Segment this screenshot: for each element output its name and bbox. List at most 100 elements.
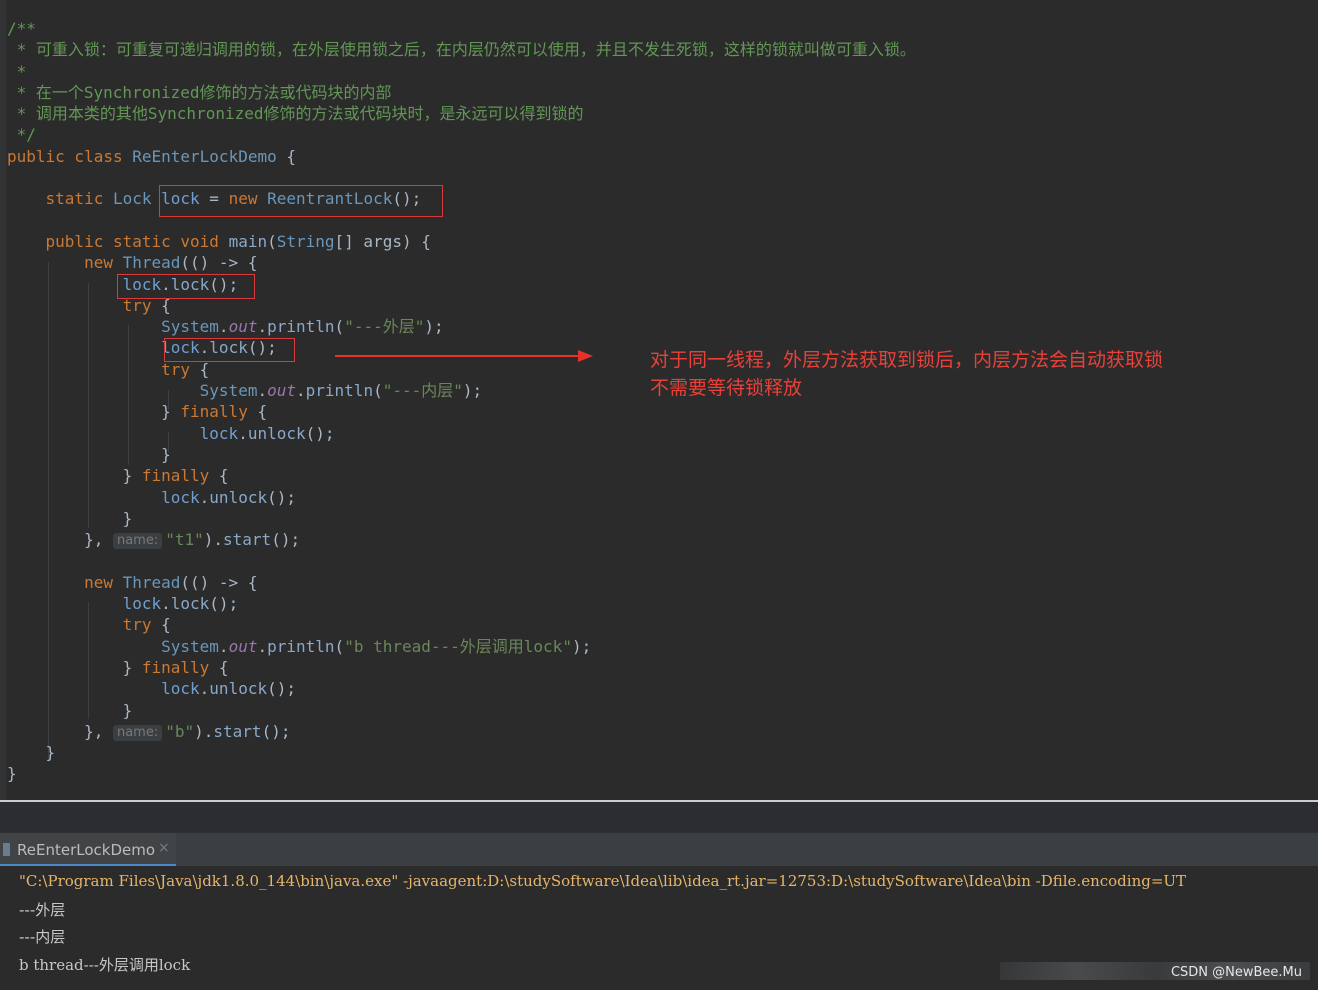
code-token: unlock xyxy=(209,679,268,699)
code-token: { xyxy=(151,615,171,635)
close-icon[interactable]: × xyxy=(158,840,170,856)
code-token: (() -> { xyxy=(180,572,258,592)
code-token: lock xyxy=(161,679,200,699)
code-token: start xyxy=(213,721,262,741)
code-token: lock xyxy=(170,594,210,614)
code-line: }, name: "b").start(); xyxy=(7,721,916,742)
code-line: } xyxy=(7,763,916,784)
code-token: } xyxy=(7,743,56,763)
code-token: . xyxy=(218,317,229,337)
code-token: finally xyxy=(141,466,210,486)
parameter-hint: name: xyxy=(112,533,163,550)
code-line: lock.lock(); xyxy=(7,593,916,614)
code-line: * 在一个Synchronized修饰的方法或代码块的内部 xyxy=(7,82,916,103)
code-token: start xyxy=(223,530,272,550)
code-token: new xyxy=(84,253,123,273)
console-command-line: "C:\Program Files\Java\jdk1.8.0_144\bin\… xyxy=(19,872,1187,890)
code-token: try xyxy=(161,359,191,379)
editor-gutter xyxy=(0,0,6,800)
code-token: System xyxy=(161,636,219,656)
watermark: CSDN @NewBee.Mu xyxy=(1170,965,1302,980)
code-line: /** xyxy=(7,18,916,39)
code-token: { xyxy=(276,146,296,166)
code-token: }, xyxy=(7,721,113,741)
code-line: * xyxy=(7,61,916,82)
code-line: } xyxy=(7,444,916,465)
code-token: finally xyxy=(141,657,210,677)
code-token: ( xyxy=(334,317,345,337)
run-tool-window-tabs: ReEnterLockDemo × xyxy=(0,832,1318,867)
code-line: } finally { xyxy=(7,657,916,678)
annotation-line-1: 对于同一线程，外层方法获取到锁后，内层方法会自动获取锁 xyxy=(650,349,1164,371)
code-token: public static void xyxy=(45,231,229,251)
code-token: * 可重入锁：可重复可递归调用的锁，在外层使用锁之后，在内层仍然可以使用，并且不… xyxy=(7,40,916,60)
code-token: . xyxy=(161,594,171,614)
code-editor[interactable]: /** * 可重入锁：可重复可递归调用的锁，在外层使用锁之后，在内层仍然可以使用… xyxy=(0,0,1318,800)
code-token: (() -> { xyxy=(180,253,258,273)
code-token: } xyxy=(7,700,133,720)
code-token: } xyxy=(7,466,142,486)
tab-reenterlockdemo[interactable]: ReEnterLockDemo × xyxy=(0,833,176,867)
code-token: (); xyxy=(305,423,335,443)
code-token: new xyxy=(84,572,123,592)
code-token: { xyxy=(209,466,229,486)
code-line: } finally { xyxy=(7,465,916,486)
code-line: * 可重入锁：可重复可递归调用的锁，在外层使用锁之后，在内层仍然可以使用，并且不… xyxy=(7,39,916,60)
code-token: . xyxy=(257,317,268,337)
code-line: lock.unlock(); xyxy=(7,487,916,508)
code-token: ReEnterLockDemo xyxy=(132,146,277,166)
code-line: new Thread(() -> { xyxy=(7,572,916,593)
code-line: lock.unlock(); xyxy=(7,423,916,444)
code-token: . xyxy=(238,423,248,443)
code-line: lock.unlock(); xyxy=(7,678,916,699)
code-token: "b thread---外层调用lock" xyxy=(344,636,572,656)
code-line: try { xyxy=(7,614,916,635)
code-token: println xyxy=(305,381,374,401)
tab-label: ReEnterLockDemo xyxy=(17,841,156,859)
console-output-line: ---外层 xyxy=(19,901,66,919)
code-token: lock xyxy=(199,423,239,443)
panel-gap xyxy=(0,802,1318,832)
highlight-outer-lock-call xyxy=(117,274,255,299)
highlight-inner-lock-call xyxy=(164,338,295,362)
code-token: lock xyxy=(122,594,162,614)
code-token: "b" xyxy=(165,721,195,741)
code-token: System xyxy=(161,317,219,337)
code-token: } xyxy=(7,508,133,528)
code-token: println xyxy=(267,636,335,656)
code-line: System.out.println("b thread---外层调用lock"… xyxy=(7,636,916,657)
code-token: "---外层" xyxy=(344,317,425,337)
code-token: { xyxy=(190,359,210,379)
code-token: }, xyxy=(7,530,113,550)
code-token: Thread xyxy=(122,572,181,592)
code-line: new Thread(() -> { xyxy=(7,252,916,273)
code-token: unlock xyxy=(209,487,268,507)
code-token: ); xyxy=(424,317,444,337)
code-token: println xyxy=(267,317,335,337)
code-token: { xyxy=(247,402,268,422)
code-token: lock xyxy=(161,487,200,507)
highlight-lock-field xyxy=(159,185,443,217)
code-line: System.out.println("---外层"); xyxy=(7,316,916,337)
code-token: static xyxy=(45,189,113,209)
code-token: } xyxy=(7,402,181,422)
code-token: Thread xyxy=(122,253,181,273)
code-token: finally xyxy=(180,402,248,422)
code-token: out xyxy=(228,636,258,656)
code-line: public static void main(String[] args) { xyxy=(7,231,916,252)
code-token: public class xyxy=(7,146,133,166)
annotation-text: 对于同一线程，外层方法获取到锁后，内层方法会自动获取锁 不需要等待锁释放 xyxy=(650,346,1163,402)
console-output-line: b thread---外层调用lock xyxy=(19,956,191,974)
code-token: (); xyxy=(267,679,296,699)
code-token: * xyxy=(7,61,27,81)
